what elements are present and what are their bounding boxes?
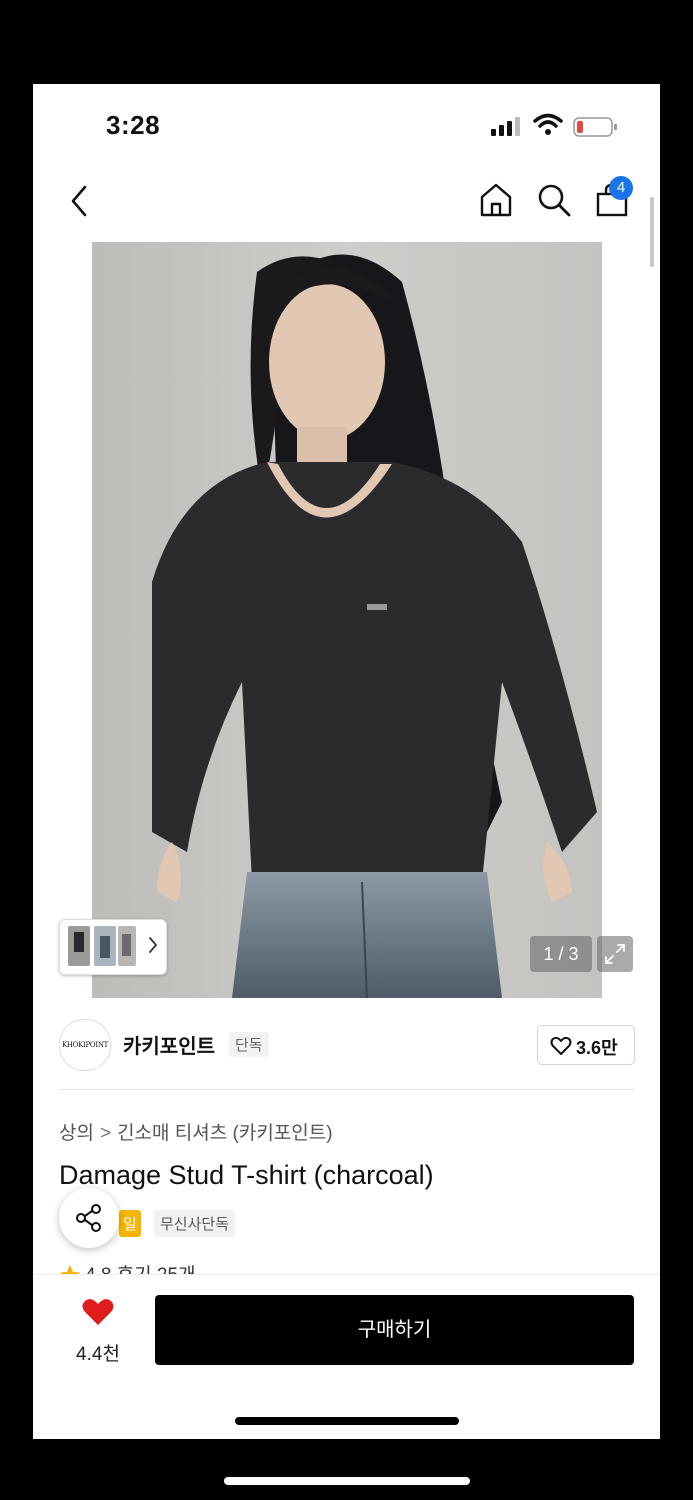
brand-row: KHOKIPOINT 카키포인트 단독 3.6만 — [33, 1016, 660, 1072]
wishlist-count: 4.4천 — [76, 1344, 120, 1365]
thumbnail-strip[interactable] — [59, 919, 167, 975]
status-time: 3:28 — [106, 110, 161, 140]
divider — [59, 1089, 634, 1090]
brand-logo[interactable]: KHOKIPOINT — [59, 1019, 111, 1071]
wishlist-button[interactable]: 4.4천 — [73, 1297, 123, 1367]
image-counter: 1 / 3 — [530, 936, 592, 972]
thumbnail-3[interactable] — [118, 926, 136, 966]
thumbnail-1[interactable] — [68, 926, 90, 966]
breadcrumb-separator: > — [99, 1123, 112, 1144]
share-button[interactable] — [59, 1188, 119, 1248]
breadcrumb-category[interactable]: 상의 — [59, 1123, 94, 1144]
rating-text: 4.8 후기 25개 — [85, 1260, 196, 1274]
model-photo — [92, 242, 602, 998]
brand-like-count: 3.6만 — [576, 1038, 618, 1058]
cart-count-badge: 4 — [609, 176, 633, 200]
expand-icon — [605, 944, 625, 964]
battery-icon — [573, 117, 617, 137]
chevron-right-icon — [149, 937, 158, 953]
product-title: Damage Stud T-shirt (charcoal) — [59, 1160, 434, 1190]
star-icon — [60, 1265, 80, 1274]
share-icon — [76, 1204, 101, 1232]
search-icon[interactable] — [536, 182, 572, 218]
scrollbar[interactable] — [650, 197, 654, 267]
home-indicator[interactable] — [235, 1417, 459, 1425]
top-nav: 4 — [33, 176, 660, 229]
product-image[interactable] — [92, 242, 602, 998]
exclusive-tag: 무신사단독 — [154, 1210, 236, 1237]
back-icon[interactable] — [67, 184, 91, 218]
breadcrumb: 상의 > 긴소매 티셔츠 (카키포인트) — [59, 1118, 333, 1145]
heart-outline-icon — [550, 1036, 572, 1055]
rating-row[interactable]: 4.8 후기 25개 — [59, 1260, 259, 1274]
brand-like-button[interactable]: 3.6만 — [537, 1025, 635, 1065]
sale-tag: 일 — [119, 1210, 141, 1237]
brand-name[interactable]: 카키포인트 — [123, 1030, 215, 1059]
cellular-signal-icon — [491, 117, 520, 136]
thumbnail-2[interactable] — [94, 926, 116, 966]
wifi-icon — [533, 113, 563, 135]
status-bar: 3:28 — [33, 84, 660, 164]
expand-button[interactable] — [597, 936, 633, 972]
outer-home-indicator — [224, 1477, 470, 1485]
breadcrumb-subcategory[interactable]: 긴소매 티셔츠 (카키포인트) — [117, 1123, 333, 1144]
heart-filled-icon — [82, 1299, 114, 1325]
phone-screen: 3:28 4 1 / 3 KHOKIPOINT 카키포인트 단독 3.6만 상의… — [33, 84, 660, 1439]
bottom-action-bar: 4.4천 구매하기 — [33, 1274, 660, 1439]
brand-exclusive-tag: 단독 — [229, 1032, 269, 1057]
home-icon[interactable] — [478, 182, 514, 218]
buy-button[interactable]: 구매하기 — [155, 1295, 634, 1365]
